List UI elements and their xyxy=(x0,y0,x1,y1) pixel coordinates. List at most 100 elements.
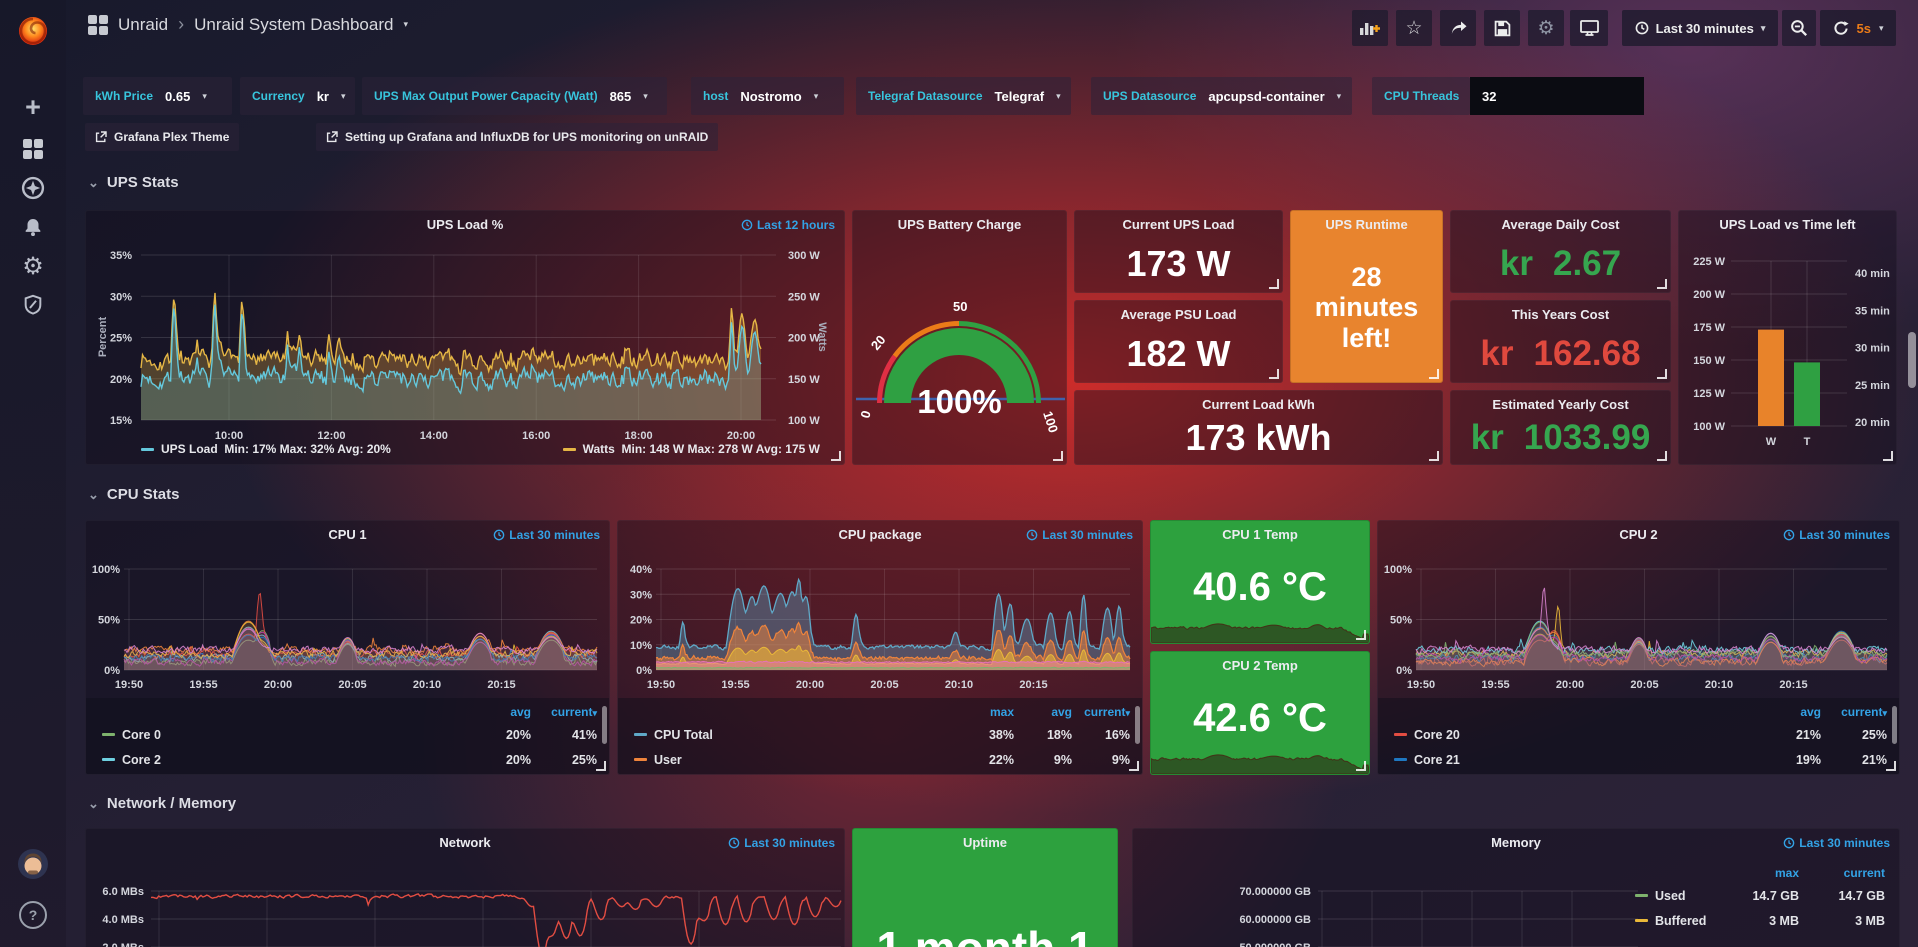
panel-resize-handle[interactable] xyxy=(1356,761,1366,771)
dashboard-link-plex-theme[interactable]: Grafana Plex Theme xyxy=(85,123,239,151)
stat-value: 1 month 1 xyxy=(853,921,1117,947)
variable-ups-datasource[interactable]: UPS Datasource apcupsd-container ▾ xyxy=(1091,77,1352,115)
panel-resize-handle[interactable] xyxy=(1883,451,1893,461)
zoom-out-time-button[interactable] xyxy=(1782,10,1816,46)
legend-series-name[interactable]: Watts xyxy=(583,442,615,456)
panel-title[interactable]: Average PSU Load xyxy=(1075,307,1282,322)
legend-col[interactable]: avg xyxy=(1014,705,1072,719)
legend-series-name[interactable]: User xyxy=(654,753,956,767)
user-avatar[interactable] xyxy=(0,845,66,883)
legend-stats: Min: 148 W Max: 278 W Avg: 175 W xyxy=(622,442,821,456)
panel-title[interactable]: Uptime xyxy=(853,835,1117,850)
panel-title[interactable]: This Years Cost xyxy=(1451,307,1670,322)
panel-resize-handle[interactable] xyxy=(831,451,841,461)
variable-currency[interactable]: Currency kr ▾ xyxy=(240,77,355,115)
cpu-threads-input[interactable] xyxy=(1470,77,1644,115)
legend-scrollbar[interactable] xyxy=(602,706,607,744)
breadcrumb-dashboard-title[interactable]: Unraid System Dashboard xyxy=(194,15,393,35)
dashboard-picker-caret-icon[interactable]: ▾ xyxy=(403,19,408,30)
panel-resize-handle[interactable] xyxy=(1129,761,1139,771)
panel-title[interactable]: UPS Load vs Time left xyxy=(1679,217,1896,232)
variable-ups-max-output[interactable]: UPS Max Output Power Capacity (Watt) 865… xyxy=(362,77,667,115)
create-icon[interactable]: + xyxy=(0,88,66,126)
panel-resize-handle[interactable] xyxy=(1269,279,1279,289)
svg-text:4.0 MBs: 4.0 MBs xyxy=(102,914,144,926)
time-override-link[interactable]: Last 30 minutes xyxy=(1783,836,1890,850)
apps-grid-icon[interactable] xyxy=(88,15,108,35)
legend-col[interactable]: max xyxy=(956,705,1014,719)
refresh-picker[interactable]: 5s ▾ xyxy=(1820,10,1896,46)
time-override-link[interactable]: Last 12 hours xyxy=(741,218,835,232)
panel-resize-handle[interactable] xyxy=(596,761,606,771)
panel-resize-handle[interactable] xyxy=(1429,369,1439,379)
panel-title[interactable]: Current Load kWh xyxy=(1075,397,1442,412)
configuration-icon[interactable]: ⚙ xyxy=(0,247,66,285)
legend-col[interactable]: current xyxy=(1799,866,1885,880)
panel-resize-handle[interactable] xyxy=(1886,761,1896,771)
legend-col-sorted[interactable]: current▾ xyxy=(1072,705,1130,719)
legend-series-name[interactable]: Core 2 xyxy=(122,753,465,767)
time-override-link[interactable]: Last 30 minutes xyxy=(493,528,600,542)
legend-stats: Min: 17% Max: 32% Avg: 20% xyxy=(224,442,391,456)
variable-kwh-price[interactable]: kWh Price 0.65 ▾ xyxy=(83,77,232,115)
legend-col-sorted[interactable]: current▾ xyxy=(531,705,597,719)
panel-resize-handle[interactable] xyxy=(1657,369,1667,379)
legend-col[interactable]: avg xyxy=(465,705,531,719)
load-vs-time-bar-chart[interactable]: 225 W200 W175 W150 W125 W100 W40 min35 m… xyxy=(1679,211,1897,465)
panel-title[interactable]: UPS Runtime xyxy=(1291,217,1442,232)
section-header-network-memory[interactable]: ⌄ Network / Memory xyxy=(88,795,236,812)
grid-icon xyxy=(23,139,43,159)
breadcrumb-section[interactable]: Unraid xyxy=(118,15,168,35)
page-scrollbar-thumb[interactable] xyxy=(1908,332,1916,388)
help-icon[interactable]: ? xyxy=(0,896,66,934)
legend-scrollbar[interactable] xyxy=(1135,706,1140,744)
dashboards-icon[interactable] xyxy=(0,130,66,168)
panel-title[interactable]: Current UPS Load xyxy=(1075,217,1282,232)
save-dashboard-button[interactable] xyxy=(1484,10,1520,46)
panel-resize-handle[interactable] xyxy=(1657,451,1667,461)
panel-title[interactable]: UPS Battery Charge xyxy=(853,217,1066,232)
legend-series-name[interactable]: Buffered xyxy=(1655,914,1713,928)
explore-icon[interactable] xyxy=(0,169,66,207)
ups-load-chart[interactable]: 35%30%25%20%15%300 W250 W200 W150 W100 W… xyxy=(86,211,845,465)
legend-scrollbar[interactable] xyxy=(1892,706,1897,744)
share-dashboard-button[interactable] xyxy=(1440,10,1476,46)
clock-icon xyxy=(741,219,753,231)
grafana-logo[interactable] xyxy=(0,8,66,54)
variable-telegraf-datasource[interactable]: Telegraf Datasource Telegraf ▾ xyxy=(856,77,1071,115)
server-admin-icon[interactable] xyxy=(0,286,66,324)
alerting-icon[interactable] xyxy=(0,208,66,246)
time-override-link[interactable]: Last 30 minutes xyxy=(728,836,835,850)
legend-col-sorted[interactable]: current▾ xyxy=(1821,705,1887,719)
panel-title[interactable]: Estimated Yearly Cost xyxy=(1451,397,1670,412)
dashboard-link-ups-monitoring[interactable]: Setting up Grafana and InfluxDB for UPS … xyxy=(316,123,718,151)
legend-series-name[interactable]: Core 21 xyxy=(1414,753,1755,767)
legend-series-name[interactable]: Core 0 xyxy=(122,728,465,742)
panel-ups-battery-charge: UPS Battery Charge 02050100 100% xyxy=(852,210,1067,465)
variable-host[interactable]: host Nostromo ▾ xyxy=(691,77,844,115)
panel-title[interactable]: UPS Load % xyxy=(86,217,844,232)
legend-series-name[interactable]: Used xyxy=(1655,889,1713,903)
legend-col[interactable]: max xyxy=(1713,866,1799,880)
legend-series-name[interactable]: UPS Load xyxy=(161,442,218,456)
panel-title[interactable]: CPU 2 Temp xyxy=(1151,658,1369,673)
legend-series-name[interactable]: CPU Total xyxy=(654,728,956,742)
panel-resize-handle[interactable] xyxy=(1269,369,1279,379)
star-dashboard-button[interactable]: ☆ xyxy=(1396,10,1432,46)
add-panel-button[interactable] xyxy=(1352,10,1388,46)
panel-resize-handle[interactable] xyxy=(1053,451,1063,461)
panel-resize-handle[interactable] xyxy=(1356,630,1366,640)
dashboard-settings-button[interactable]: ⚙ xyxy=(1528,10,1564,46)
panel-title[interactable]: Average Daily Cost xyxy=(1451,217,1670,232)
legend-series-name[interactable]: Core 20 xyxy=(1414,728,1755,742)
time-override-link[interactable]: Last 30 minutes xyxy=(1026,528,1133,542)
panel-title[interactable]: CPU 1 Temp xyxy=(1151,527,1369,542)
panel-resize-handle[interactable] xyxy=(1429,451,1439,461)
section-header-cpu-stats[interactable]: ⌄ CPU Stats xyxy=(88,486,179,503)
time-range-picker[interactable]: Last 30 minutes ▾ xyxy=(1622,10,1778,46)
legend-col[interactable]: avg xyxy=(1755,705,1821,719)
time-override-link[interactable]: Last 30 minutes xyxy=(1783,528,1890,542)
cycle-view-mode-button[interactable] xyxy=(1570,10,1608,46)
section-header-ups-stats[interactable]: ⌄ UPS Stats xyxy=(88,174,179,191)
panel-resize-handle[interactable] xyxy=(1657,279,1667,289)
